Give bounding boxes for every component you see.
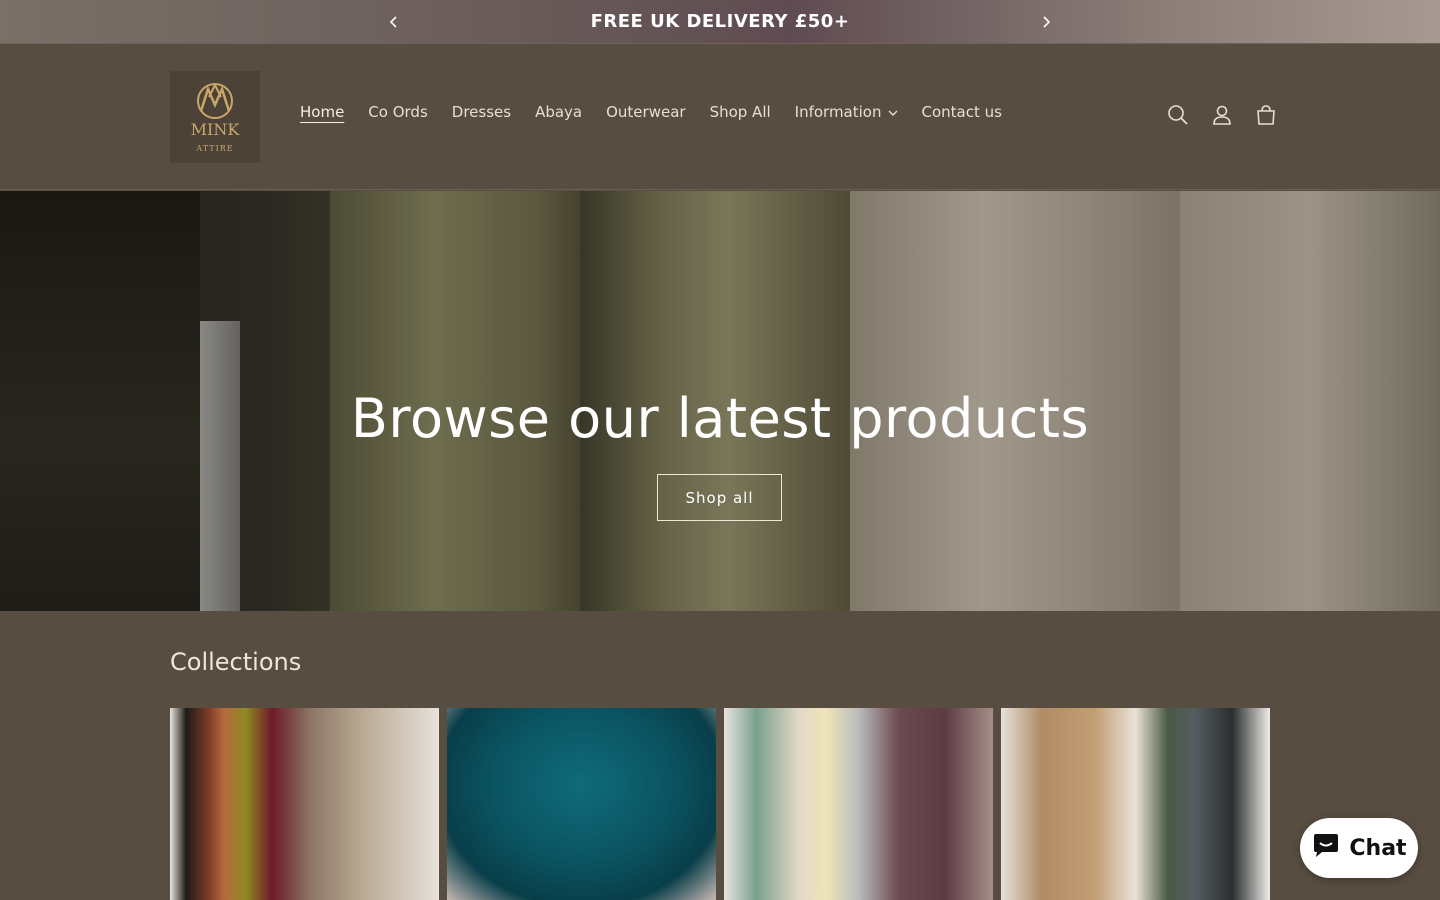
announcement-bar: FREE UK DELIVERY £50+: [0, 0, 1440, 44]
nav-abaya[interactable]: Abaya: [523, 103, 594, 121]
chevron-down-icon: [888, 103, 898, 121]
collections-heading: Collections: [170, 648, 302, 676]
header-icons: [1164, 101, 1280, 129]
chevron-left-icon[interactable]: [384, 12, 404, 32]
search-icon[interactable]: [1164, 101, 1192, 129]
brand-logo[interactable]: MINK ATTIRE: [170, 71, 260, 163]
cart-icon[interactable]: [1252, 101, 1280, 129]
logo-word-mink: MINK: [191, 120, 241, 139]
nav-shop-all[interactable]: Shop All: [698, 103, 783, 121]
site-header: MINK ATTIRE Home Co Ords Dresses Abaya O…: [0, 45, 1440, 190]
nav-dresses[interactable]: Dresses: [440, 103, 523, 121]
nav-information-label: Information: [794, 103, 882, 121]
nav-home[interactable]: Home: [288, 103, 356, 121]
collection-card-co-ords[interactable]: [170, 708, 439, 900]
chat-button[interactable]: Chat: [1300, 818, 1418, 878]
collections-grid: [170, 708, 1270, 900]
announcement-text: FREE UK DELIVERY £50+: [590, 11, 850, 32]
chat-label: Chat: [1349, 835, 1407, 861]
collection-card-dresses[interactable]: [447, 708, 716, 900]
shop-all-button[interactable]: Shop all: [657, 474, 782, 521]
account-icon[interactable]: [1208, 101, 1236, 129]
main-nav: Home Co Ords Dresses Abaya Outerwear Sho…: [288, 103, 1014, 121]
collection-card-outerwear[interactable]: [1001, 708, 1270, 900]
nav-contact-us[interactable]: Contact us: [910, 103, 1014, 121]
chevron-right-icon[interactable]: [1036, 12, 1056, 32]
nav-outerwear[interactable]: Outerwear: [594, 103, 697, 121]
logo-word-attire: ATTIRE: [195, 144, 233, 153]
chat-bubble-icon: [1311, 833, 1341, 863]
nav-co-ords[interactable]: Co Ords: [356, 103, 439, 121]
collection-card-abaya[interactable]: [724, 708, 993, 900]
nav-information[interactable]: Information: [783, 103, 910, 121]
hero-title: Browse our latest products: [350, 387, 1090, 450]
